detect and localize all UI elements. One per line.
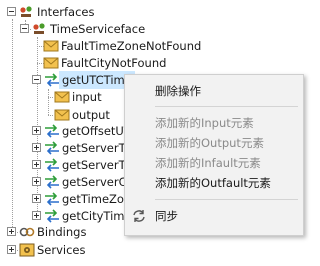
menu-item-add-input[interactable]: 添加新的Input元素 (125, 113, 303, 133)
operation-icon (44, 175, 60, 189)
collapse-toggle[interactable] (7, 7, 16, 16)
interface-icon (32, 22, 48, 36)
operation-icon (44, 209, 60, 223)
menu-item-label: 同步 (155, 209, 178, 223)
expand-toggle[interactable] (32, 126, 41, 135)
expand-toggle[interactable] (32, 194, 41, 203)
envelope-icon (54, 108, 70, 122)
menu-item-label: 添加新的Output元素 (155, 136, 264, 150)
expand-toggle[interactable] (32, 160, 41, 169)
expand-toggle[interactable] (32, 143, 41, 152)
operation-icon (44, 158, 60, 172)
menu-item-add-infault[interactable]: 添加新的Infault元素 (125, 153, 303, 173)
menu-separator (155, 199, 298, 200)
expand-toggle[interactable] (32, 211, 41, 220)
tree-node-label: Interfaces (37, 5, 95, 19)
operation-icon (44, 141, 60, 155)
expand-toggle[interactable] (32, 177, 41, 186)
context-menu: 删除操作 添加新的Input元素 添加新的Output元素 添加新的Infaul… (124, 74, 304, 236)
tree-node-label: TimeServiceface (50, 22, 146, 36)
menu-item-sync[interactable]: 同步 (125, 206, 303, 226)
menu-item-label: 添加新的Infault元素 (155, 156, 261, 170)
collapse-toggle[interactable] (20, 24, 29, 33)
envelope-icon (43, 39, 59, 53)
expand-toggle[interactable] (7, 227, 16, 236)
tree-node-label: FaultCityNotFound (61, 56, 167, 70)
operation-icon (44, 124, 60, 138)
tree-node-label: input (72, 90, 102, 104)
collapse-toggle[interactable] (32, 75, 41, 84)
menu-item-label: 添加新的Outfault元素 (155, 176, 271, 190)
envelope-icon (54, 90, 70, 104)
menu-item-add-output[interactable]: 添加新的Output元素 (125, 133, 303, 153)
tree-node-label: Bindings (37, 225, 87, 239)
menu-item-add-outfault[interactable]: 添加新的Outfault元素 (125, 173, 303, 193)
menu-separator (155, 106, 298, 107)
menu-item-label: 删除操作 (155, 84, 201, 98)
interfaces-icon (19, 5, 35, 19)
tree-node-label: Services (37, 243, 86, 257)
menu-item-label: 添加新的Input元素 (155, 116, 254, 130)
tree-node-label: FaultTimeZoneNotFound (61, 39, 202, 53)
services-icon (19, 243, 35, 257)
tree-node-label: getOffsetUT (62, 124, 131, 138)
operation-icon (44, 73, 60, 87)
menu-item-delete-operation[interactable]: 删除操作 (125, 81, 303, 101)
bindings-icon (19, 225, 35, 239)
expand-toggle[interactable] (7, 245, 16, 254)
sync-icon (131, 209, 147, 223)
envelope-icon (43, 56, 59, 70)
operation-icon (44, 192, 60, 206)
tree-node-label: getTimeZon (62, 192, 132, 206)
